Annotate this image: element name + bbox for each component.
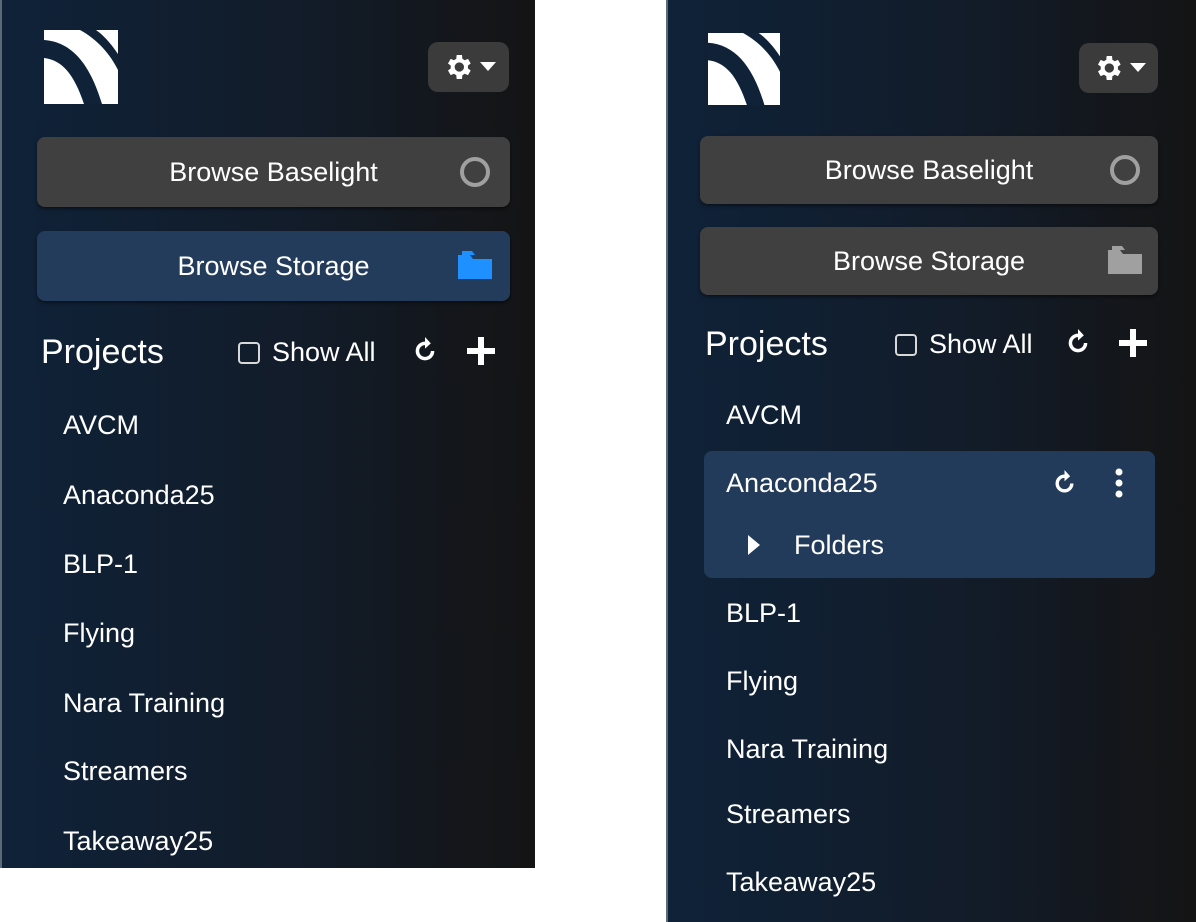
browser-panel-left: Browse Baselight Browse Storage Projects…: [0, 0, 535, 868]
show-all-label: Show All: [272, 337, 376, 367]
refresh-icon: [1068, 329, 1088, 353]
show-all-toggle[interactable]: Show All: [238, 337, 376, 368]
add-project-button[interactable]: [1116, 326, 1150, 360]
project-item-anaconda25[interactable]: Anaconda25: [63, 480, 215, 511]
browse-baselight-button[interactable]: Browse Baselight: [700, 136, 1158, 204]
project-item-avcm[interactable]: AVCM: [63, 410, 139, 441]
logo-icon: [44, 30, 118, 104]
expand-folders-button[interactable]: [744, 531, 764, 559]
caret-down-icon: [479, 62, 496, 71]
project-item-nara-training[interactable]: Nara Training: [726, 734, 888, 765]
project-item-blp-1[interactable]: BLP-1: [726, 598, 801, 629]
browse-storage-button[interactable]: Browse Storage: [700, 227, 1158, 295]
gear-icon: [1097, 56, 1121, 80]
circle-icon: [1110, 155, 1140, 185]
refresh-icon: [415, 337, 435, 361]
project-item-blp-1[interactable]: BLP-1: [63, 549, 138, 580]
show-all-checkbox[interactable]: [238, 341, 260, 364]
project-item-anaconda25[interactable]: Anaconda25: [726, 468, 878, 499]
browse-baselight-label: Browse Baselight: [169, 156, 378, 187]
logo-icon: [708, 33, 780, 105]
gear-icon: [447, 55, 471, 79]
refresh-projects-button[interactable]: [408, 334, 442, 368]
folders-item[interactable]: Folders: [794, 530, 884, 561]
project-options-button[interactable]: [1102, 466, 1136, 500]
browse-storage-label: Browse Storage: [177, 250, 370, 281]
add-project-button[interactable]: [464, 334, 498, 368]
caret-down-icon: [1129, 63, 1146, 72]
settings-menu-button[interactable]: [1079, 43, 1158, 93]
show-all-checkbox[interactable]: [895, 333, 917, 356]
project-item-streamers[interactable]: Streamers: [63, 756, 188, 787]
projects-title: Projects: [41, 333, 164, 371]
project-item-takeaway25[interactable]: Takeaway25: [63, 826, 213, 857]
refresh-project-button[interactable]: [1047, 466, 1081, 500]
browse-storage-label: Browse Storage: [832, 245, 1026, 276]
project-item-avcm[interactable]: AVCM: [726, 400, 802, 431]
more-vertical-icon: [1115, 468, 1123, 498]
caret-right-icon: [748, 535, 760, 555]
project-item-streamers[interactable]: Streamers: [726, 799, 851, 830]
selected-project-row[interactable]: Anaconda25 Folders: [704, 451, 1155, 578]
plus-icon: [467, 337, 495, 365]
settings-menu-button[interactable]: [428, 42, 509, 92]
refresh-projects-button[interactable]: [1061, 326, 1095, 360]
browse-baselight-label: Browse Baselight: [824, 154, 1034, 185]
project-item-takeaway25[interactable]: Takeaway25: [726, 867, 876, 898]
folder-icon: [1108, 246, 1142, 274]
refresh-icon: [1055, 469, 1073, 492]
browse-baselight-button[interactable]: Browse Baselight: [37, 137, 510, 207]
show-all-toggle[interactable]: Show All: [895, 329, 1033, 360]
plus-icon: [1119, 329, 1147, 357]
project-item-flying[interactable]: Flying: [726, 666, 798, 697]
show-all-label: Show All: [929, 329, 1033, 359]
project-item-flying[interactable]: Flying: [63, 618, 135, 649]
project-item-nara-training[interactable]: Nara Training: [63, 688, 225, 719]
folder-icon: [458, 251, 492, 279]
circle-icon: [460, 157, 490, 187]
projects-title: Projects: [705, 325, 828, 363]
browser-panel-right: Browse Baselight Browse Storage Projects…: [666, 0, 1196, 922]
browse-storage-button[interactable]: Browse Storage: [37, 231, 510, 301]
